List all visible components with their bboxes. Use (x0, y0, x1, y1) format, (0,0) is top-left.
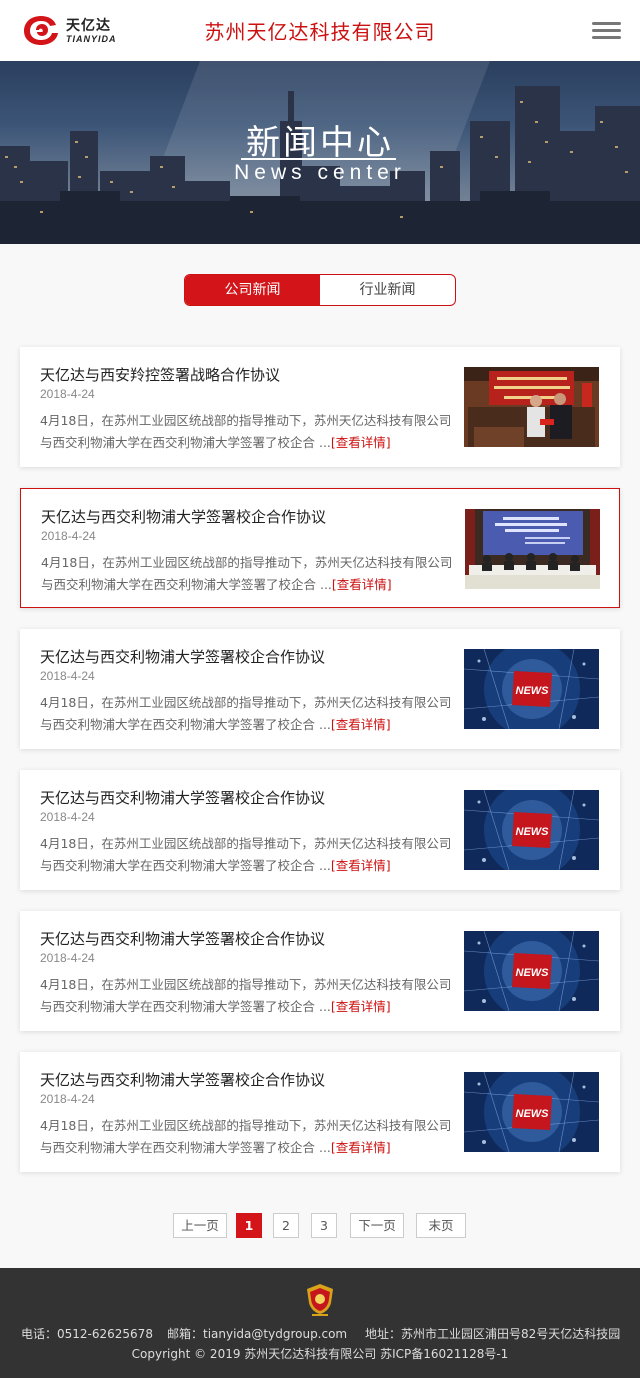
news-title[interactable]: 天亿达与西交利物浦大学签署校企合作协议 (40, 646, 325, 667)
news-date: 2018-4-24 (40, 387, 95, 401)
news-item[interactable]: 天亿达与西交利物浦大学签署校企合作协议 2018-4-24 4月18日，在苏州工… (20, 488, 620, 608)
footer-contact: 电话：0512-62625678 邮箱：tianyida@tydgroup.co… (0, 1325, 640, 1343)
news-summary: 4月18日，在苏州工业园区统战部的指导推动下，苏州天亿达科技有限公司与西交利物浦… (40, 695, 452, 732)
news-summary: 4月18日，在苏州工业园区统战部的指导推动下，苏州天亿达科技有限公司与西交利物浦… (40, 977, 452, 1014)
page-2-button[interactable]: 2 (273, 1213, 299, 1238)
svg-text:NEWS: NEWS (516, 1108, 550, 1120)
read-more-link[interactable]: [查看详情] (332, 577, 392, 592)
news-item[interactable]: 天亿达与西交利物浦大学签署校企合作协议 2018-4-24 4月18日，在苏州工… (20, 770, 620, 890)
news-summary: 4月18日，在苏州工业园区统战部的指导推动下，苏州天亿达科技有限公司与西交利物浦… (40, 836, 452, 873)
svg-text:NEWS: NEWS (516, 685, 550, 697)
news-thumbnail[interactable]: NEWS (464, 790, 599, 870)
news-graphic: NEWS (464, 1072, 599, 1152)
prev-page-button[interactable]: 上一页 (173, 1213, 227, 1238)
header: 天亿达 TIANYIDA 苏州天亿达科技有限公司 (0, 0, 640, 61)
news-item[interactable]: 天亿达与西交利物浦大学签署校企合作协议 2018-4-24 4月18日，在苏州工… (20, 1052, 620, 1172)
page-1-button[interactable]: 1 (236, 1213, 262, 1238)
news-date: 2018-4-24 (40, 669, 95, 683)
news-title[interactable]: 天亿达与西安羚控签署战略合作协议 (40, 364, 280, 385)
footer-email[interactable]: 邮箱：tianyida@tydgroup.com (167, 1325, 347, 1342)
next-page-button[interactable]: 下一页 (350, 1213, 404, 1238)
news-item[interactable]: 天亿达与西交利物浦大学签署校企合作协议 2018-4-24 4月18日，在苏州工… (20, 629, 620, 749)
news-summary: 4月18日，在苏州工业园区统战部的指导推动下，苏州天亿达科技有限公司与西交利物浦… (40, 1118, 452, 1155)
news-item[interactable]: 天亿达与西交利物浦大学签署校企合作协议 2018-4-24 4月18日，在苏州工… (20, 911, 620, 1031)
read-more-link[interactable]: [查看详情] (331, 999, 391, 1014)
news-summary: 4月18日，在苏州工业园区统战部的指导推动下，苏州天亿达科技有限公司与西交利物浦… (41, 555, 453, 592)
news-item[interactable]: 天亿达与西安羚控签署战略合作协议 2018-4-24 4月18日，在苏州工业园区… (20, 347, 620, 467)
news-date: 2018-4-24 (41, 529, 96, 543)
svg-text:NEWS: NEWS (516, 826, 550, 838)
menu-button[interactable] (592, 20, 621, 40)
conference-photo (465, 509, 600, 589)
last-page-button[interactable]: 末页 (416, 1213, 466, 1238)
news-thumbnail[interactable] (464, 367, 599, 447)
news-graphic: NEWS (464, 649, 599, 729)
signing-photo (464, 367, 599, 447)
hamburger-icon (592, 22, 621, 25)
news-graphic: NEWS (464, 790, 599, 870)
news-date: 2018-4-24 (40, 1092, 95, 1106)
read-more-link[interactable]: [查看详情] (331, 435, 391, 450)
news-graphic: NEWS (464, 931, 599, 1011)
tab-company-news[interactable]: 公司新闻 (185, 275, 320, 305)
news-summary: 4月18日，在苏州工业园区统战部的指导推动下，苏州天亿达科技有限公司与西交利物浦… (40, 413, 452, 450)
footer: 电话：0512-62625678 邮箱：tianyida@tydgroup.co… (0, 1268, 640, 1378)
page-title: 苏州天亿达科技有限公司 (204, 20, 436, 44)
news-date: 2018-4-24 (40, 810, 95, 824)
banner-divider (241, 158, 396, 160)
page-3-button[interactable]: 3 (311, 1213, 337, 1238)
footer-phone: 电话：0512-62625678 (21, 1327, 153, 1341)
read-more-link[interactable]: [查看详情] (331, 858, 391, 873)
news-category-tabs: 公司新闻 行业新闻 (184, 274, 456, 306)
news-title[interactable]: 天亿达与西交利物浦大学签署校企合作协议 (40, 787, 325, 808)
read-more-link[interactable]: [查看详情] (331, 1140, 391, 1155)
news-title[interactable]: 天亿达与西交利物浦大学签署校企合作协议 (41, 506, 326, 527)
footer-copyright: Copyright © 2019 苏州天亿达科技有限公司 苏ICP备160211… (131, 1347, 509, 1361)
pagination: 上一页 1 2 3 下一页 末页 (0, 1213, 640, 1238)
news-thumbnail[interactable]: NEWS (464, 649, 599, 729)
news-thumbnail[interactable]: NEWS (464, 931, 599, 1011)
banner-title: 新闻中心 (246, 123, 394, 163)
svg-text:NEWS: NEWS (516, 967, 550, 979)
news-title[interactable]: 天亿达与西交利物浦大学签署校企合作协议 (40, 928, 325, 949)
banner-subtitle: News center (234, 161, 406, 184)
tab-industry-news[interactable]: 行业新闻 (320, 275, 455, 305)
footer-address: 地址：苏州市工业园区浦田号82号天亿达科技园 (365, 1327, 621, 1341)
news-thumbnail[interactable]: NEWS (464, 1072, 599, 1152)
news-thumbnail[interactable] (465, 509, 600, 589)
news-banner: 新闻中心 News center (0, 61, 640, 244)
police-badge-icon[interactable] (305, 1283, 335, 1317)
read-more-link[interactable]: [查看详情] (331, 717, 391, 732)
news-title[interactable]: 天亿达与西交利物浦大学签署校企合作协议 (40, 1069, 325, 1090)
news-date: 2018-4-24 (40, 951, 95, 965)
